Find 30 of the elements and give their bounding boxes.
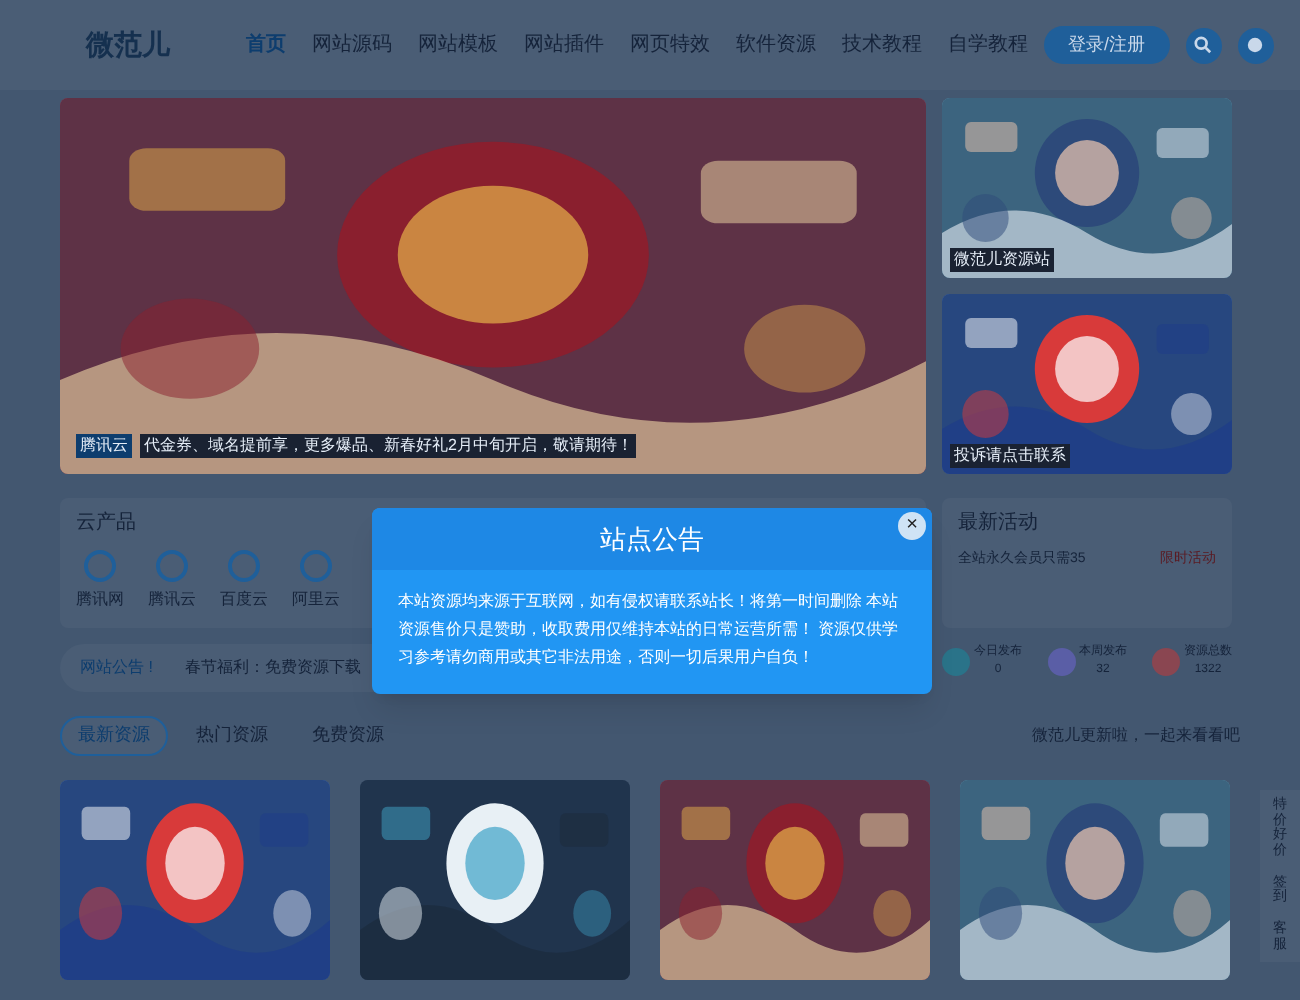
nav-link[interactable]: 网页特效	[630, 30, 710, 60]
cloud-label[interactable]: 阿里云	[292, 588, 340, 612]
nav-link[interactable]: 自学教程	[948, 30, 1028, 60]
side-banner[interactable]: 投诉请点击联系	[942, 294, 1232, 474]
tab[interactable]: 最新资源	[60, 716, 168, 756]
nav-link[interactable]: 网站源码	[312, 30, 392, 60]
nav-link[interactable]: 首页	[246, 30, 286, 60]
notice-text: 春节福利：免费资源下载	[184, 656, 361, 680]
cloud-label[interactable]: 腾讯云	[148, 588, 196, 612]
banner[interactable]: 腾讯云 代金券、域名提前享，更多爆品、新春好礼2月中旬开启，敬请期待！	[60, 98, 926, 474]
card-title: 最新活动	[958, 509, 1040, 538]
notice-label: 网站公告 !	[80, 656, 153, 680]
side-banner-caption: 微范儿资源站	[950, 248, 1054, 272]
nav-link[interactable]: 网站模板	[418, 30, 498, 60]
dialog-message: 本站资源均来源于互联网，如有侵权请联系站长！将第一时间删除 本站资源售价只是赞助，收取费用仅维持本站的日常运营所需！ 资源仅供学习参考请勿商用或其它非法用途，否则一切后果用户自负！	[396, 590, 901, 670]
dialog-title: 站点公告	[600, 521, 704, 558]
banner-tag: 腾讯云	[76, 434, 132, 458]
card-title: 云产品	[76, 509, 138, 538]
nav-link[interactable]: 技术教程	[842, 30, 922, 60]
theme-button[interactable]	[1237, 27, 1274, 63]
search-button[interactable]	[1185, 27, 1222, 63]
cloud-label[interactable]: 腾讯网	[76, 588, 124, 612]
side-banner[interactable]: 微范儿资源站	[942, 98, 1232, 278]
nav-link[interactable]: 网站插件	[524, 30, 604, 60]
cloud-label[interactable]: 百度云	[220, 588, 268, 612]
banner-caption: 代金券、域名提前享，更多爆品、新春好礼2月中旬开启，敬请期待！	[140, 434, 637, 458]
nav-link[interactable]: 软件资源	[736, 30, 816, 60]
search-icon	[1194, 36, 1213, 54]
login-button[interactable]: 登录/注册	[1044, 25, 1170, 65]
side-banner-caption: 投诉请点击联系	[950, 444, 1070, 468]
